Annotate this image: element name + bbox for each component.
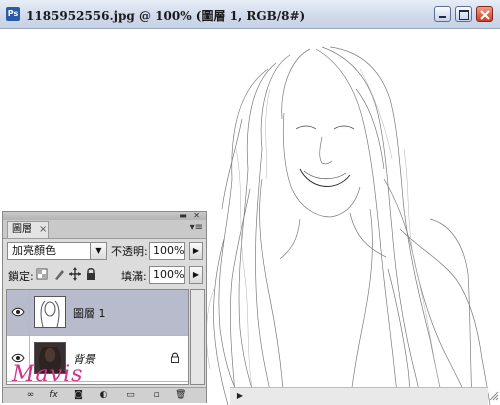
photoshop-app-icon: Ps	[6, 7, 20, 21]
chevron-down-icon[interactable]: ▼	[90, 243, 106, 259]
watermark-signature: Mavis	[12, 362, 84, 387]
tab-layers[interactable]: 圖層 ×	[7, 221, 49, 238]
layer-name[interactable]: 圖層 1	[73, 305, 106, 321]
horizontal-scrollbar[interactable]: ▶	[230, 387, 488, 405]
close-icon	[480, 10, 490, 20]
tab-close-icon[interactable]: ×	[39, 222, 47, 238]
scroll-right-icon[interactable]: ▶	[234, 390, 246, 402]
panel-menu-icon[interactable]: ▾≡	[190, 222, 203, 233]
new-group-icon[interactable]: ▭	[125, 390, 136, 401]
blend-mode-select[interactable]: 加亮顏色 ▼	[7, 242, 107, 260]
eye-icon	[11, 307, 25, 317]
layer-thumbnail-image	[35, 297, 65, 327]
layer-thumbnail	[34, 296, 66, 328]
layer-visibility-toggle[interactable]	[7, 290, 30, 335]
panel-tab-bar: 圖層 × ▾≡	[3, 220, 206, 239]
panel-minimize-close-icons[interactable]: ▬ ✕	[179, 211, 202, 220]
maximize-button[interactable]	[455, 6, 472, 22]
title-bar[interactable]: Ps 1185952556.jpg @ 100% (圖層 1, RGB/8#)	[0, 0, 500, 29]
blend-mode-value: 加亮顏色	[12, 244, 56, 257]
delete-layer-icon[interactable]: 🗑	[175, 390, 186, 401]
layers-bottom-toolbar: ∞ fx ◙ ◐ ▭ ▫ 🗑	[3, 387, 206, 403]
lock-icon	[171, 352, 179, 363]
layers-scrollbar[interactable]	[190, 289, 205, 385]
lock-transparent-pixels-icon[interactable]	[36, 267, 48, 281]
window-title: 1185952556.jpg @ 100% (圖層 1, RGB/8#)	[26, 9, 306, 23]
fill-slider-button[interactable]: ▶	[189, 266, 203, 284]
lock-image-pixels-icon[interactable]	[53, 267, 65, 281]
document-window: Ps 1185952556.jpg @ 100% (圖層 1, RGB/8#)	[0, 0, 500, 405]
opacity-input[interactable]: 100%	[149, 242, 185, 260]
new-layer-icon[interactable]: ▫	[151, 390, 162, 401]
fx-icon[interactable]: fx	[48, 390, 59, 401]
lock-all-icon[interactable]	[85, 267, 97, 281]
fill-input[interactable]: 100%	[149, 266, 185, 284]
lock-label: 鎖定:	[8, 270, 34, 283]
opacity-label: 不透明:	[111, 245, 148, 258]
opacity-slider-button[interactable]: ▶	[189, 242, 203, 260]
layer-row[interactable]: 圖層 1	[7, 290, 188, 336]
fill-label: 填滿:	[121, 270, 147, 283]
close-button[interactable]	[476, 6, 493, 22]
link-layers-icon[interactable]: ∞	[25, 390, 36, 401]
add-mask-icon[interactable]: ◙	[73, 390, 84, 401]
resize-grip-icon[interactable]	[488, 390, 499, 401]
adjustment-layer-icon[interactable]: ◐	[98, 390, 109, 401]
lock-position-icon[interactable]	[69, 267, 81, 281]
tab-layers-label: 圖層	[12, 224, 32, 235]
minimize-button[interactable]	[434, 6, 451, 22]
panel-drag-bar[interactable]: ▬ ✕	[3, 211, 206, 220]
